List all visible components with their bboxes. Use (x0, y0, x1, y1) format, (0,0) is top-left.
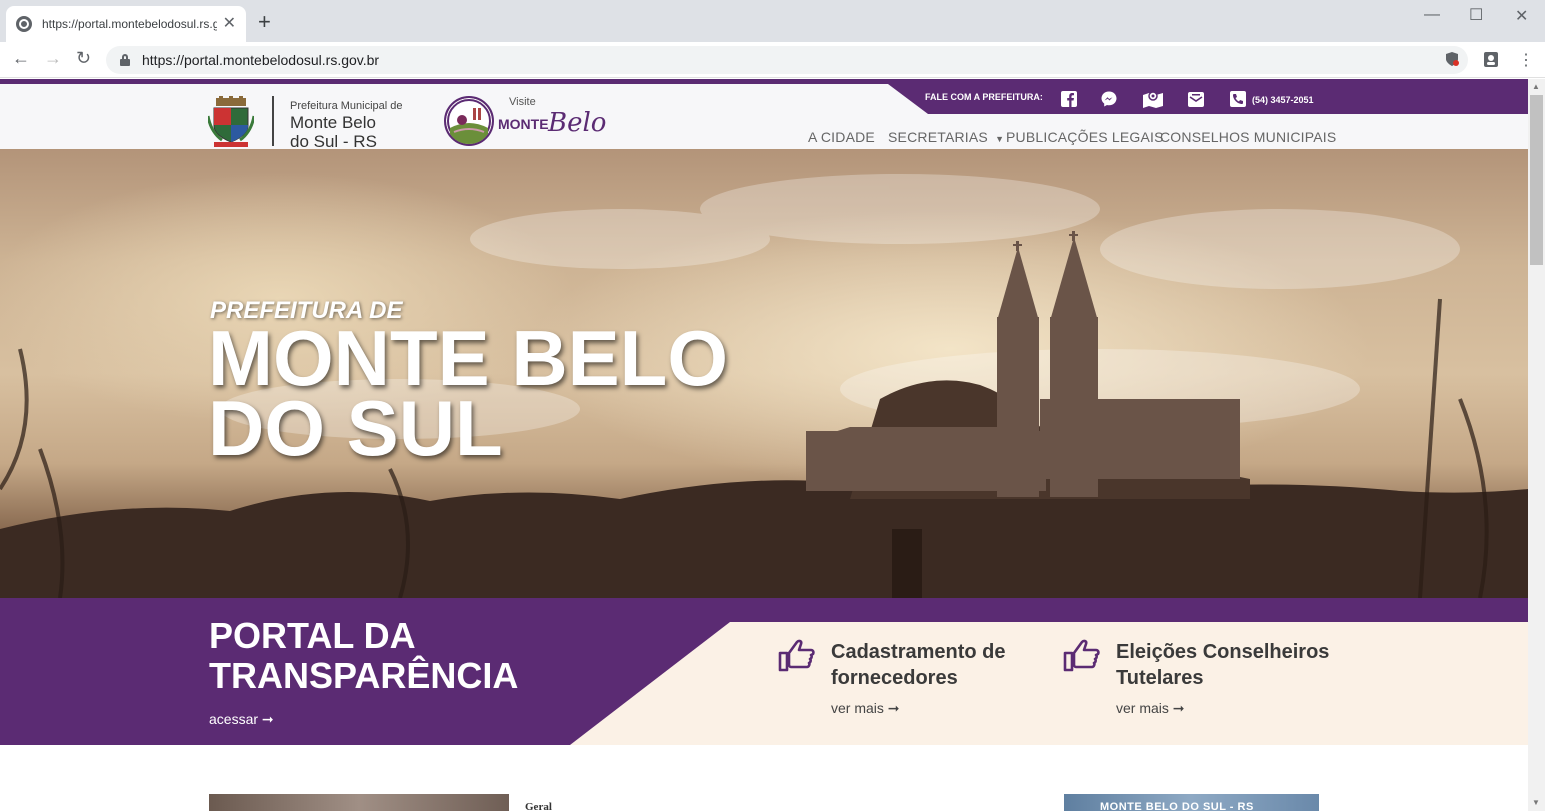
hero-title: MONTE BELO DO SUL (208, 314, 728, 472)
back-icon[interactable]: ← (12, 49, 30, 67)
transparency-access-link[interactable]: acessar ➞ (209, 711, 274, 728)
crest-logo[interactable] (208, 96, 254, 148)
maximize-icon[interactable]: ☐ (1469, 5, 1483, 25)
messenger-icon[interactable] (1100, 90, 1118, 108)
nav-publicacoes-legais[interactable]: PUBLICAÇÕES LEGAIS (1006, 129, 1164, 145)
caret-down-icon: ▼ (995, 134, 1005, 144)
side-banner-text: MONTE BELO DO SUL - RS (1100, 801, 1254, 811)
contact-label: FALE COM A PREFEITURA: (925, 92, 1043, 102)
scroll-down-arrow-icon[interactable]: ▼ (1532, 798, 1540, 807)
news-category[interactable]: Geral (525, 801, 552, 811)
card-title-eleicoes-line1: Eleições Conselheiros (1116, 641, 1330, 663)
municipality-name-line1: Monte Belo (290, 113, 376, 132)
news-thumbnail[interactable] (209, 794, 509, 811)
featured-links-panel (570, 622, 1528, 745)
card-title-eleicoes[interactable]: Eleições Conselheiros Tutelares (1116, 639, 1329, 691)
tab-title: https://portal.montebelodosul.rs.gov.br (42, 17, 217, 31)
profile-icon[interactable] (1482, 50, 1500, 73)
card-link-eleicoes[interactable]: ver mais ➞ (1116, 700, 1185, 717)
window-close-icon[interactable]: ✕ (1515, 6, 1528, 26)
hero-title-line1: MONTE BELO (208, 314, 728, 402)
close-tab-icon[interactable]: ✕ (223, 16, 236, 32)
municipality-caption: Prefeitura Municipal de (290, 100, 403, 112)
globe-icon (16, 16, 32, 32)
scrollbar-thumb[interactable] (1530, 95, 1543, 265)
card-title-cadastramento-line1: Cadastramento de (831, 641, 1006, 663)
facebook-icon[interactable] (1060, 90, 1078, 108)
visit-monte-text: MONTE (498, 116, 549, 132)
menu-icon[interactable]: ⋮ (1518, 50, 1534, 70)
transparency-portal-title[interactable]: PORTAL DA TRANSPARÊNCIA (209, 616, 518, 696)
phone-icon[interactable] (1229, 90, 1247, 108)
transparency-title-line2: TRANSPARÊNCIA (209, 655, 519, 696)
visit-monte-belo-emblem[interactable] (444, 96, 494, 146)
shield-icon[interactable] (1444, 51, 1460, 72)
nav-a-cidade[interactable]: A CIDADE (808, 129, 875, 145)
address-bar[interactable]: https://portal.montebelodosul.rs.gov.br (106, 46, 1468, 74)
hero-title-line2: DO SUL (208, 384, 503, 472)
lock-icon (120, 54, 130, 66)
forward-icon[interactable]: → (44, 49, 62, 67)
browser-tab[interactable]: https://portal.montebelodosul.rs.gov.br … (6, 6, 246, 42)
nav-conselhos-municipais[interactable]: CONSELHOS MUNICIPAIS (1160, 129, 1336, 145)
municipality-name[interactable]: Monte Belo do Sul - RS (290, 113, 377, 151)
map-icon[interactable] (1142, 90, 1164, 108)
minimize-icon[interactable]: — (1424, 6, 1440, 24)
phone-number[interactable]: (54) 3457-2051 (1252, 95, 1314, 105)
card-title-cadastramento[interactable]: Cadastramento de fornecedores (831, 639, 1006, 691)
site-header: Prefeitura Municipal de Monte Belo do Su… (0, 79, 1528, 151)
card-title-eleicoes-line2: Tutelares (1116, 667, 1204, 689)
email-icon[interactable] (1187, 90, 1205, 108)
reload-icon[interactable]: ↻ (76, 49, 91, 67)
card-title-cadastramento-line2: fornecedores (831, 667, 958, 689)
transparency-title-line1: PORTAL DA (209, 615, 416, 656)
scroll-up-arrow-icon[interactable]: ▲ (1532, 82, 1540, 91)
pointing-hand-icon (1063, 639, 1100, 672)
nav-secretarias[interactable]: SECRETARIAS ▼ (888, 129, 1004, 145)
visit-belo-text: Belo (548, 108, 607, 138)
hero-banner: PREFEITURA DE MONTE BELO DO SUL (0, 149, 1528, 598)
pointing-hand-icon (778, 639, 815, 672)
page-scrollbar[interactable]: ▲ ▼ (1528, 79, 1545, 811)
header-divider (272, 96, 274, 146)
visit-caption: Visite (509, 96, 536, 108)
url-text: https://portal.montebelodosul.rs.gov.br (142, 52, 380, 68)
nav-secretarias-label: SECRETARIAS (888, 129, 988, 145)
browser-tabstrip: https://portal.montebelodosul.rs.gov.br … (0, 0, 1545, 42)
browser-toolbar: ← → ↻ https://portal.montebelodosul.rs.g… (0, 42, 1545, 78)
web-page: Prefeitura Municipal de Monte Belo do Su… (0, 79, 1528, 811)
card-link-cadastramento[interactable]: ver mais ➞ (831, 700, 900, 717)
new-tab-button[interactable]: + (258, 11, 271, 33)
